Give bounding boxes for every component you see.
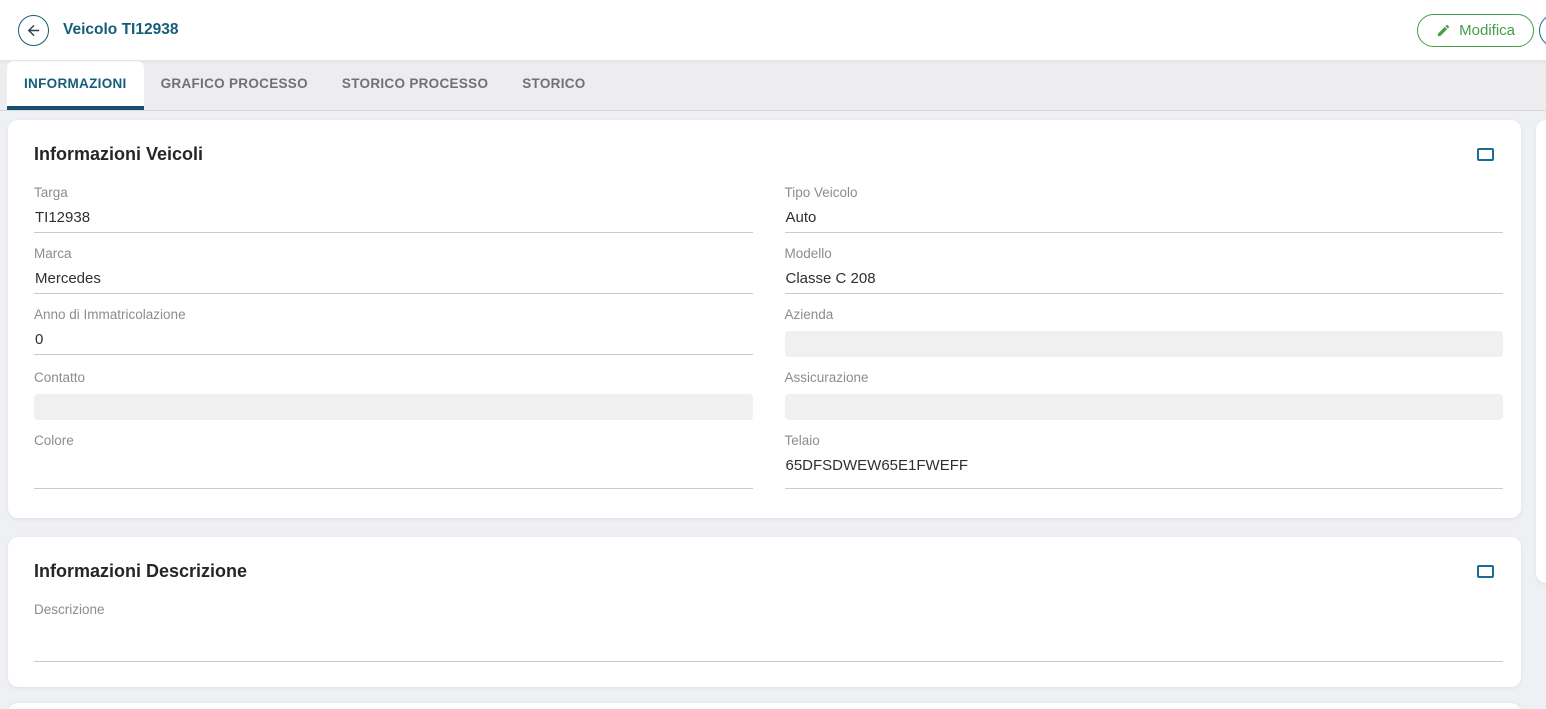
field-assicurazione: Assicurazione: [785, 370, 1504, 420]
field-colore: Colore: [34, 433, 753, 489]
colore-label: Colore: [34, 433, 753, 448]
colore-input[interactable]: [34, 457, 753, 489]
anno-label: Anno di Immatricolazione: [34, 307, 753, 322]
tab-informazioni[interactable]: INFORMAZIONI: [7, 61, 144, 110]
field-azienda: Azienda: [785, 307, 1504, 357]
field-modello: Modello Classe C 208: [785, 246, 1504, 294]
assicurazione-label: Assicurazione: [785, 370, 1504, 385]
assicurazione-input-disabled: [785, 394, 1504, 420]
tipo-veicolo-input[interactable]: Auto: [785, 209, 1504, 233]
contatto-input-disabled: [34, 394, 753, 420]
modifica-button[interactable]: Modifica: [1417, 14, 1534, 47]
descrizione-label: Descrizione: [34, 602, 1503, 617]
tab-bar: INFORMAZIONI GRAFICO PROCESSO STORICO PR…: [0, 61, 1546, 111]
tab-storico-processo[interactable]: STORICO PROCESSO: [325, 61, 505, 110]
field-contatto: Contatto: [34, 370, 753, 420]
anno-input[interactable]: 0: [34, 331, 753, 355]
vehicle-fields-grid: Targa TI12938 Tipo Veicolo Auto Marca Me…: [26, 185, 1503, 502]
side-card-cropped: [1536, 120, 1546, 583]
descrizione-input[interactable]: [34, 626, 1503, 662]
tab-grafico-processo[interactable]: GRAFICO PROCESSO: [144, 61, 325, 110]
modello-label: Modello: [785, 246, 1504, 261]
contatto-label: Contatto: [34, 370, 753, 385]
header-bar: Veicolo TI12938 Modifica: [0, 0, 1546, 61]
header-secondary-button-cropped[interactable]: [1539, 14, 1546, 47]
vehicle-detail-screen: Veicolo TI12938 Modifica INFORMAZIONI GR…: [0, 0, 1546, 709]
field-tipo-veicolo: Tipo Veicolo Auto: [785, 185, 1504, 233]
azienda-label: Azienda: [785, 307, 1504, 322]
tipo-veicolo-label: Tipo Veicolo: [785, 185, 1504, 200]
arrow-left-icon: [25, 22, 42, 39]
window-minimize-icon[interactable]: [1477, 565, 1494, 578]
description-info-card: Informazioni Descrizione Descrizione: [8, 537, 1521, 687]
marca-label: Marca: [34, 246, 753, 261]
field-telaio: Telaio 65DFSDWEW65E1FWEFF: [785, 433, 1504, 489]
field-marca: Marca Mercedes: [34, 246, 753, 294]
tab-storico[interactable]: STORICO: [505, 61, 602, 110]
telaio-label: Telaio: [785, 433, 1504, 448]
description-card-title: Informazioni Descrizione: [34, 561, 247, 582]
modifica-button-label: Modifica: [1459, 22, 1515, 39]
pencil-icon: [1436, 23, 1451, 38]
vehicle-info-card: Informazioni Veicoli Targa TI12938 Tipo …: [8, 120, 1521, 518]
window-minimize-icon[interactable]: [1477, 148, 1494, 161]
next-card-cropped: [8, 703, 1521, 709]
field-descrizione: Descrizione: [34, 602, 1503, 662]
targa-label: Targa: [34, 185, 753, 200]
field-anno-immatricolazione: Anno di Immatricolazione 0: [34, 307, 753, 357]
modello-input[interactable]: Classe C 208: [785, 270, 1504, 294]
vehicle-card-title: Informazioni Veicoli: [34, 144, 203, 165]
marca-input[interactable]: Mercedes: [34, 270, 753, 294]
back-button[interactable]: [18, 15, 49, 46]
page-title: Veicolo TI12938: [63, 21, 178, 39]
azienda-input-disabled: [785, 331, 1504, 357]
targa-input[interactable]: TI12938: [34, 209, 753, 233]
field-targa: Targa TI12938: [34, 185, 753, 233]
telaio-input[interactable]: 65DFSDWEW65E1FWEFF: [785, 457, 1504, 489]
